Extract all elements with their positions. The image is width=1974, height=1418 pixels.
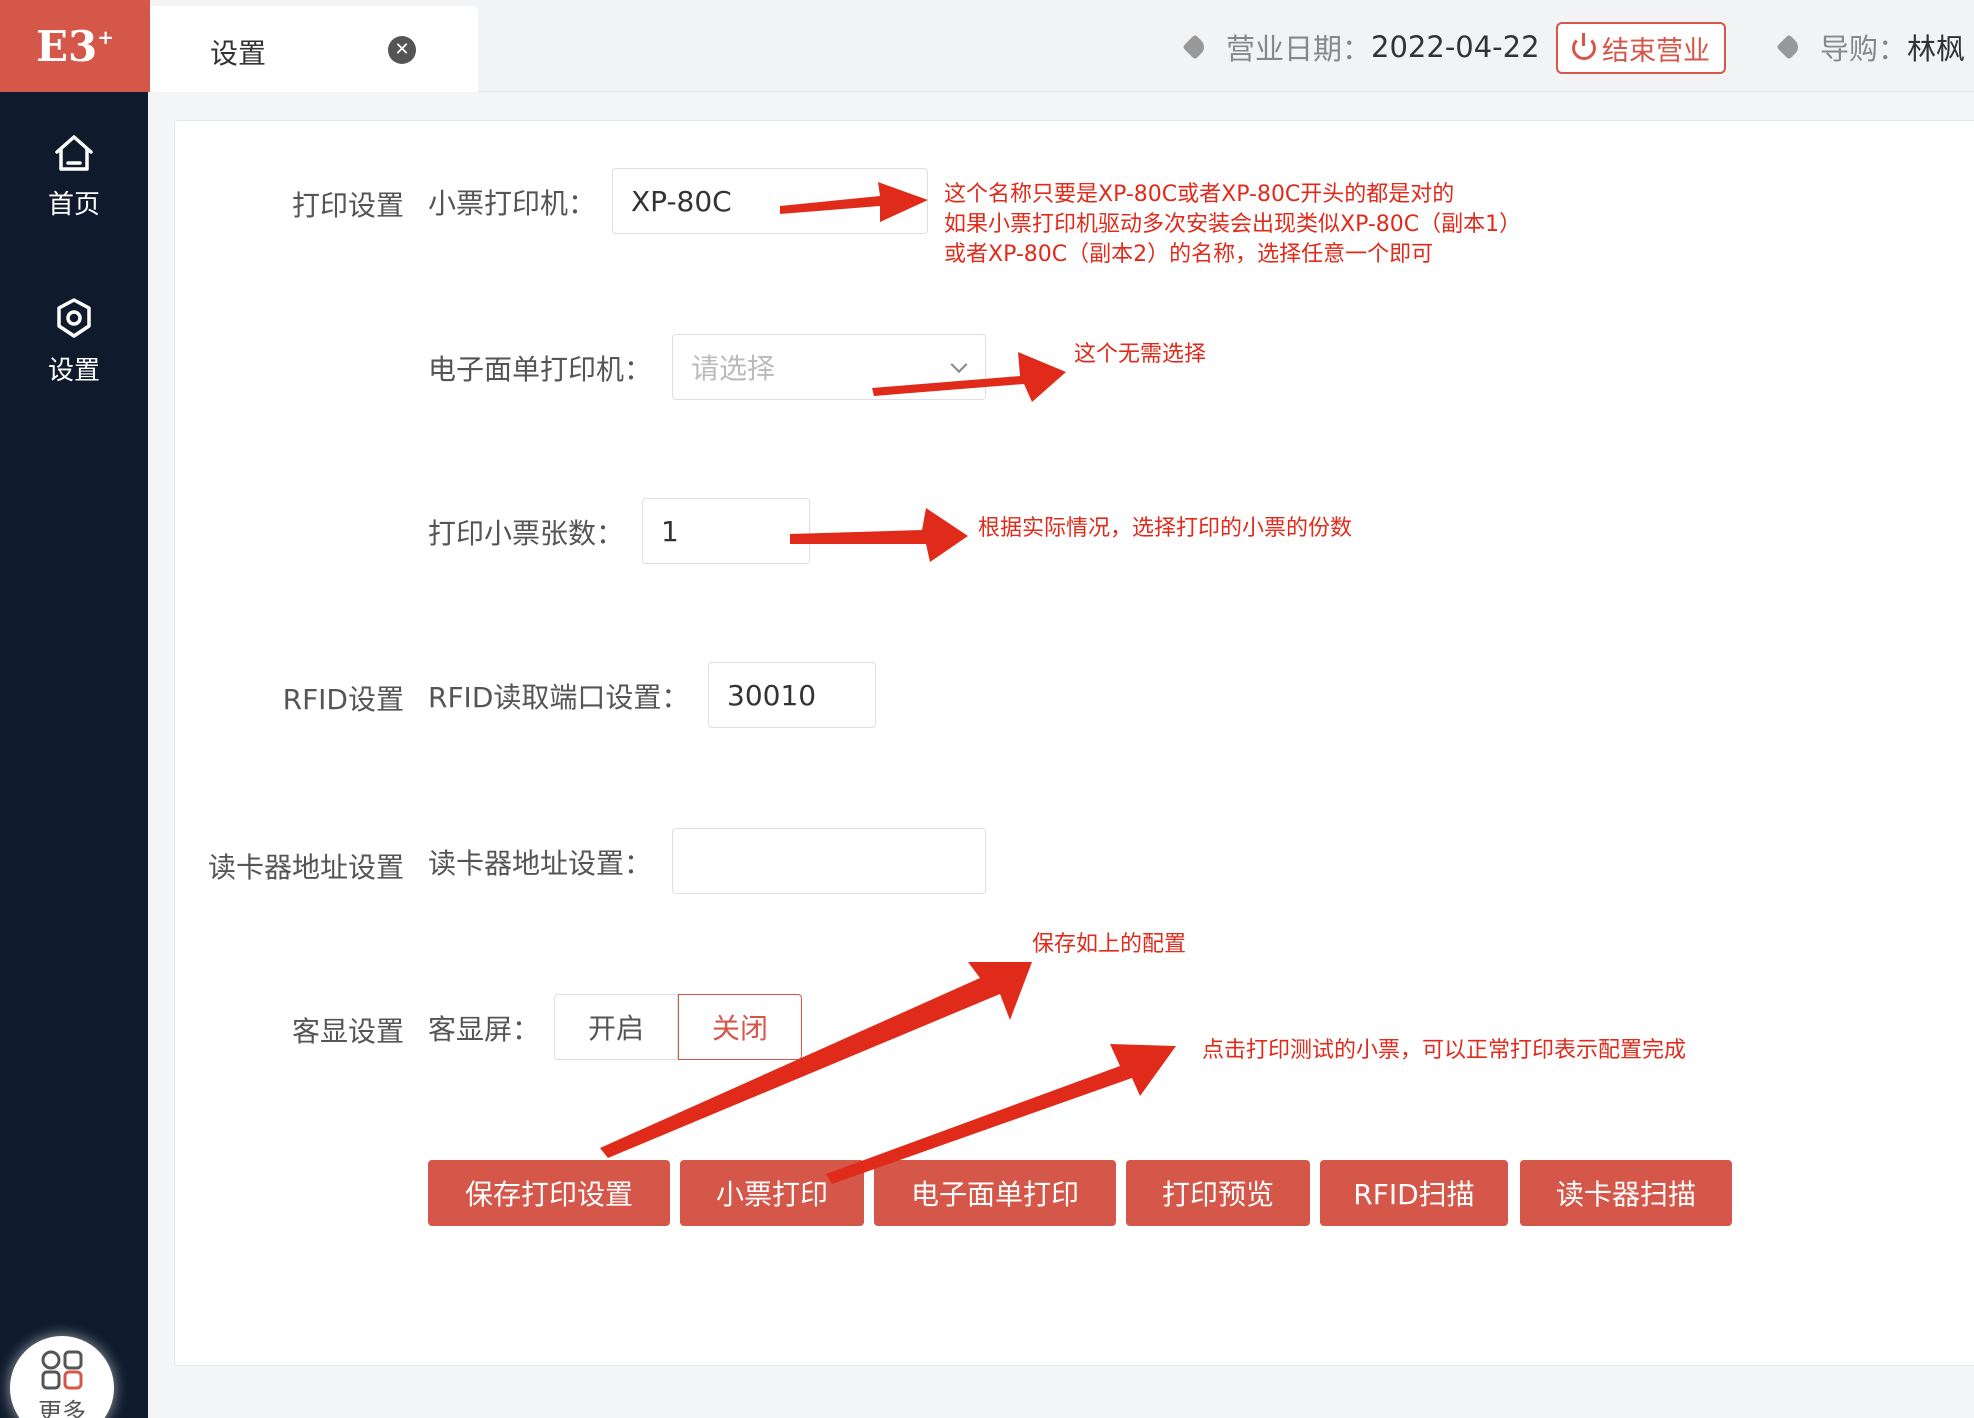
section-rfid: RFID设置 [282,683,404,716]
test-note: 点击打印测试的小票，可以正常打印表示配置完成 [1202,1038,1687,1063]
sidebar-item-settings[interactable]: 设置 [0,296,148,416]
section-card-reader: 读卡器地址设置 [207,851,404,884]
app-logo: E3 + [0,0,150,92]
card-reader-input[interactable] [672,828,986,894]
sidebar: 首页 设置 更多 [0,92,148,1418]
print-preview-button[interactable]: 打印预览 [1126,1160,1310,1226]
top-bar: E3 + 设置 ✕ 营业日期： 2022-04-22 结束营业 导购： 林枫 [0,0,1974,92]
rfid-port-label: RFID读取端口设置： [428,681,690,714]
power-icon [1572,33,1596,60]
sidebar-item-label: 设置 [47,356,100,386]
ticket-print-button[interactable]: 小票打印 [680,1160,864,1226]
chevron-down-icon [892,190,910,208]
chevron-down-icon [950,356,968,374]
copies-note: 根据实际情况，选择打印的小票的份数 [978,516,1353,541]
card-reader-label: 读卡器地址设置： [428,847,653,880]
end-business-button[interactable]: 结束营业 [1556,22,1726,74]
ticket-printer-label: 小票打印机： [428,187,597,220]
business-date: 营业日期： 2022-04-22 [1182,24,1540,70]
card-reader-scan-button[interactable]: 读卡器扫描 [1520,1160,1732,1226]
eform-printer-label: 电子面单打印机： [428,353,653,386]
rfid-scan-button[interactable]: RFID扫描 [1320,1160,1508,1226]
printer-note-2: 如果小票打印机驱动多次安装会出现类似XP-80C（副本1） [944,212,1522,237]
ticket-copies-input[interactable]: 1 [642,498,810,564]
shopping-guide: 导购： 林枫 [1776,24,1965,70]
section-display: 客显设置 [291,1015,404,1048]
save-note: 保存如上的配置 [1032,932,1187,957]
eform-note: 这个无需选择 [1074,342,1207,367]
tag-icon [1776,34,1802,60]
gear-icon [57,298,91,338]
ticket-printer-select[interactable]: XP-80C [612,168,928,234]
printer-note-3: 或者XP-80C（副本2）的名称，选择任意一个即可 [944,242,1434,267]
display-off-option[interactable]: 关闭 [678,994,802,1060]
ticket-copies-label: 打印小票张数： [428,517,625,550]
tag-icon [1182,34,1208,60]
tab-label: 设置 [210,37,267,70]
eform-printer-select[interactable]: 请选择 [672,334,986,400]
rfid-port-input[interactable]: 30010 [708,662,876,728]
close-icon[interactable]: ✕ [388,36,416,64]
sidebar-item-home[interactable]: 首页 [0,130,148,250]
tab-settings[interactable]: 设置 ✕ [150,6,478,92]
sidebar-item-label: 首页 [47,190,100,220]
more-button[interactable]: 更多 [10,1336,114,1418]
printer-note-1: 这个名称只要是XP-80C或者XP-80C开头的都是对的 [944,182,1455,207]
save-print-settings-button[interactable]: 保存打印设置 [428,1160,670,1226]
home-icon [55,135,93,171]
grid-icon [41,1350,83,1389]
eform-print-button[interactable]: 电子面单打印 [874,1160,1116,1226]
customer-display-label: 客显屏： [428,1013,541,1046]
section-print: 打印设置 [291,189,404,222]
display-on-option[interactable]: 开启 [554,994,678,1060]
